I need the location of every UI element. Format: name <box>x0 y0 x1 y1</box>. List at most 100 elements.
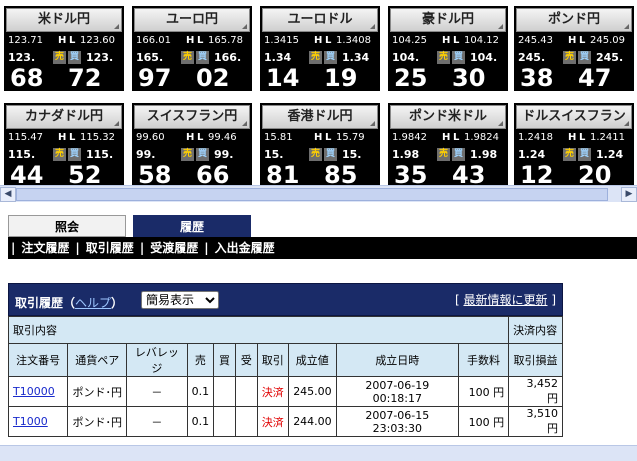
cell-buy <box>213 376 236 407</box>
rate-tile[interactable]: 米ドル円 123.71 H L 123.60 123. 売買 123. 68 72 <box>4 6 124 92</box>
ask-big-digits[interactable]: 72 <box>68 64 101 92</box>
subnav-order-history[interactable]: 注文履歴 <box>21 241 69 255</box>
currency-pair-name: ポンド円 <box>516 8 632 32</box>
buy-button[interactable]: 買 <box>324 148 338 161</box>
bid-ask-row: 165. 売買 166. <box>134 51 250 65</box>
display-mode-select[interactable]: 簡易表示 <box>141 291 219 309</box>
sell-button[interactable]: 売 <box>309 148 323 161</box>
tab-history[interactable]: 履歴 <box>133 215 251 237</box>
section-title: 取引履歴（ヘルプ） <box>15 294 123 311</box>
low-label: L <box>579 35 586 46</box>
buy-button[interactable]: 買 <box>452 148 466 161</box>
high-value: 115.47 <box>8 132 43 143</box>
rate-tile[interactable]: スイスフラン円 99.60 H L 99.46 99. 売買 99. 58 66 <box>132 103 252 189</box>
rate-tile[interactable]: ユーロドル 1.3415 H L 1.3408 1.34 売買 1.34 14 19 <box>260 6 380 92</box>
help-link[interactable]: ヘルプ <box>75 296 111 310</box>
subnav-separator: | <box>11 241 16 255</box>
ask-prefix: 1.24 <box>596 148 624 161</box>
sell-button[interactable]: 売 <box>437 148 451 161</box>
bid-big-digits[interactable]: 97 <box>138 64 171 92</box>
sell-button[interactable]: 売 <box>437 51 451 64</box>
cell-lev: － <box>126 376 188 407</box>
sell-button[interactable]: 売 <box>53 51 67 64</box>
rate-tile[interactable]: ポンド円 245.43 H L 245.09 245. 売買 245. 38 47 <box>514 6 634 92</box>
trade-history-table: 取引内容 決済内容 注文番号 通貨ペア レバレッジ売買受取引 成立値 成立日時 手数料 取引… <box>7 316 563 437</box>
table-body: T10000 ポンド･円－ 0.1 決済 245.00 2007-06-19 00:18:… <box>7 376 563 437</box>
subnav-deposit-history[interactable]: 入出金履歴 <box>215 241 275 255</box>
refresh-link[interactable]: 最新情報に更新 <box>463 293 547 307</box>
sell-button[interactable]: 売 <box>563 148 577 161</box>
history-subnav: | 注文履歴 | 取引履歴 | 受渡履歴 | 入出金履歴 <box>8 237 637 259</box>
help-paren-open: （ <box>63 296 76 310</box>
high-label: H <box>442 132 451 143</box>
sell-button[interactable]: 売 <box>563 51 577 64</box>
sell-button[interactable]: 売 <box>309 51 323 64</box>
bid-big-digits[interactable]: 38 <box>520 64 553 92</box>
price-digits-row: 14 19 <box>262 64 378 92</box>
rate-tile[interactable]: 豪ドル円 104.25 H L 104.12 104. 売買 104. 25 30 <box>388 6 508 92</box>
ask-big-digits[interactable]: 02 <box>196 64 229 92</box>
cell-sell: 0.1 <box>186 406 215 437</box>
currency-pair-name: 米ドル円 <box>6 8 122 32</box>
buy-button[interactable]: 買 <box>68 51 82 64</box>
ask-prefix: 99. <box>214 148 234 161</box>
price-digits-row: 97 02 <box>134 64 250 92</box>
subnav-delivery-history[interactable]: 受渡履歴 <box>150 241 198 255</box>
bid-big-digits[interactable]: 14 <box>266 64 299 92</box>
horizontal-scrollbar[interactable]: ◀ ▶ <box>0 185 637 202</box>
currency-pair-name: 豪ドル円 <box>390 8 506 32</box>
column-header-row: 注文番号 通貨ペア レバレッジ売買受取引 成立値 成立日時 手数料 取引損益 <box>7 343 563 377</box>
price-digits-row: 35 43 <box>390 161 506 189</box>
rate-tile[interactable]: 香港ドル円 15.81 H L 15.79 15. 売買 15. 81 85 <box>260 103 380 189</box>
low-value: 115.32 <box>80 132 115 143</box>
rate-tile[interactable]: カナダドル円 115.47 H L 115.32 115. 売買 115. 44 52 <box>4 103 124 189</box>
low-label: L <box>325 132 332 143</box>
bottom-scrollbar[interactable] <box>0 445 637 461</box>
sell-button[interactable]: 売 <box>181 148 195 161</box>
ask-big-digits[interactable]: 47 <box>578 64 611 92</box>
rate-tile[interactable]: ユーロ円 166.01 H L 165.78 165. 売買 166. 97 02 <box>132 6 252 92</box>
subnav-trade-history[interactable]: 取引履歴 <box>86 241 134 255</box>
low-label: L <box>69 132 76 143</box>
buy-button[interactable]: 買 <box>578 148 592 161</box>
high-low-row: 115.47 H L 115.32 <box>6 131 122 147</box>
buy-button[interactable]: 買 <box>196 51 210 64</box>
corner-icon <box>370 121 375 126</box>
currency-pair-name: スイスフラン円 <box>134 105 250 129</box>
sell-button[interactable]: 売 <box>181 51 195 64</box>
buy-button[interactable]: 買 <box>578 51 592 64</box>
ask-big-digits[interactable]: 19 <box>324 64 357 92</box>
high-value: 104.25 <box>392 35 427 46</box>
sell-button[interactable]: 売 <box>53 148 67 161</box>
table-row: T10000 ポンド･円－ 0.1 決済 245.00 2007-06-19 00:18:… <box>7 376 563 407</box>
high-low-row: 245.43 H L 245.09 <box>516 34 632 50</box>
buy-button[interactable]: 買 <box>68 148 82 161</box>
high-label: H <box>58 35 67 46</box>
rate-tile[interactable]: ポンド米ドル 1.9842 H L 1.9824 1.98 売買 1.98 35 43 <box>388 103 508 189</box>
bid-prefix: 15. <box>264 148 284 161</box>
order-number-link[interactable]: T10000 <box>7 376 69 407</box>
corner-icon <box>624 121 629 126</box>
low-label: L <box>197 132 204 143</box>
buy-button[interactable]: 買 <box>324 51 338 64</box>
scroll-left-icon[interactable]: ◀ <box>0 187 16 202</box>
high-label: H <box>568 35 577 46</box>
low-value: 104.12 <box>464 35 499 46</box>
scrollbar-thumb[interactable] <box>16 188 608 201</box>
scroll-right-icon[interactable]: ▶ <box>621 187 637 202</box>
buy-button[interactable]: 買 <box>452 51 466 64</box>
bid-big-digits[interactable]: 68 <box>10 64 43 92</box>
buy-button[interactable]: 買 <box>196 148 210 161</box>
ask-big-digits[interactable]: 30 <box>452 64 485 92</box>
bid-prefix: 245. <box>518 51 546 64</box>
subnav-separator: | <box>139 241 145 255</box>
low-label: L <box>325 35 332 46</box>
high-value: 1.3415 <box>264 35 299 46</box>
rate-tile[interactable]: ドルスイスフラン 1.2418 H L 1.2411 1.24 売買 1.24 12 20 <box>514 103 634 189</box>
bid-big-digits[interactable]: 25 <box>394 64 427 92</box>
high-value: 1.9842 <box>392 132 427 143</box>
order-number-link[interactable]: T1000 <box>7 406 69 437</box>
bid-ask-row: 115. 売買 115. <box>6 148 122 162</box>
tab-inquiry[interactable]: 照会 <box>8 215 126 237</box>
bid-ask-row: 15. 売買 15. <box>262 148 378 162</box>
